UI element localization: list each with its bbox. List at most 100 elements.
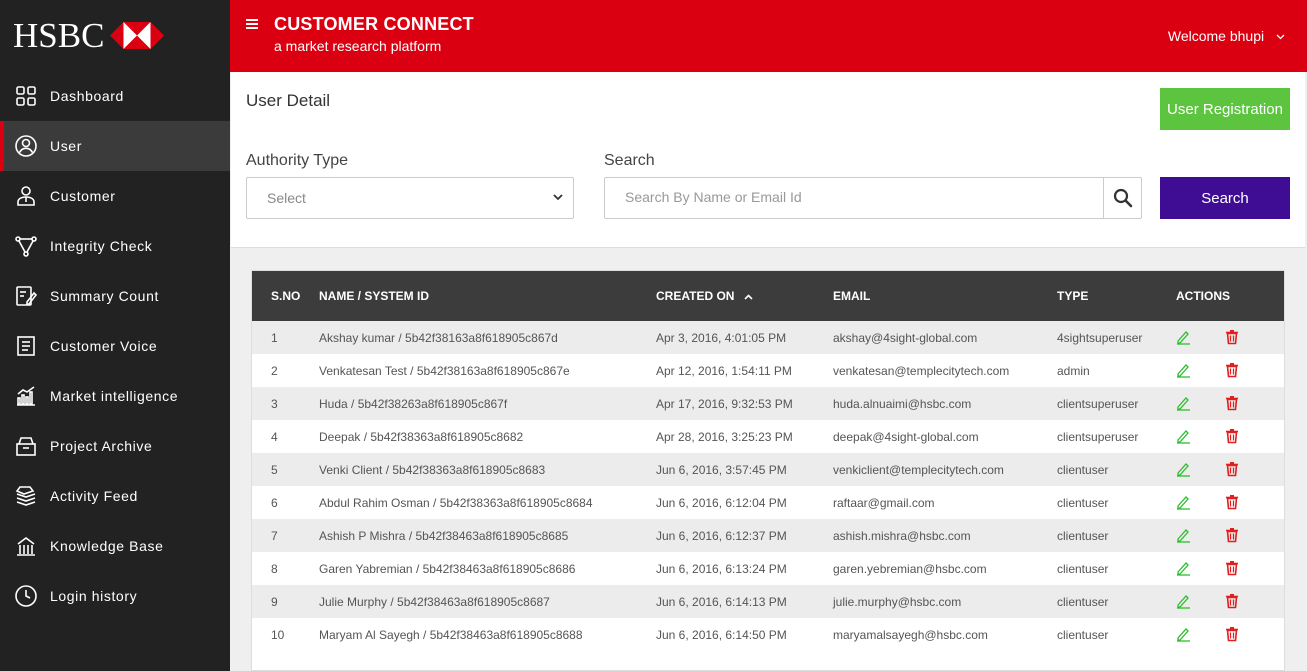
cell-type: clientsuperuser: [1057, 397, 1139, 411]
sidebar-item-label: Customer: [50, 188, 116, 204]
user-registration-button[interactable]: User Registration: [1160, 88, 1290, 130]
stack-icon: [14, 484, 38, 508]
edit-icon[interactable]: [1175, 560, 1191, 576]
welcome-text: Welcome bhupi: [1167, 28, 1265, 44]
top-header: CUSTOMER CONNECT a market research platf…: [230, 0, 1307, 72]
search-icon[interactable]: [1103, 178, 1141, 218]
cell-name: Maryam Al Sayegh / 5b42f38463a8f618905c8…: [319, 628, 583, 642]
sidebar-item-label: Integrity Check: [50, 238, 153, 254]
cell-email: huda.alnuaimi@hsbc.com: [833, 397, 972, 411]
search-label: Search: [604, 152, 655, 169]
edit-doc-icon: [14, 284, 38, 308]
authority-type-select[interactable]: Select: [246, 177, 574, 219]
cell-type: clientuser: [1057, 595, 1109, 609]
table-row: 2 Venkatesan Test / 5b42f38163a8f618905c8…: [252, 354, 1284, 387]
sidebar-item-label: User: [50, 138, 82, 154]
cell-type: clientuser: [1057, 529, 1109, 543]
cell-email: akshay@4sight-global.com: [833, 331, 978, 345]
edit-icon[interactable]: [1175, 428, 1191, 444]
sidebar-item-customer-voice[interactable]: Customer Voice: [0, 321, 230, 371]
search-field: [604, 177, 1142, 219]
edit-icon[interactable]: [1175, 626, 1191, 642]
app-subtitle: a market research platform: [274, 38, 442, 54]
cell-type: 4sightsuperuser: [1057, 331, 1143, 345]
sidebar-item-activity-feed[interactable]: Activity Feed: [0, 471, 230, 521]
cell-created-on: Jun 6, 2016, 3:57:45 PM: [656, 463, 787, 477]
cell-type: clientuser: [1057, 496, 1109, 510]
authority-type-label: Authority Type: [246, 152, 348, 169]
cell-sno: 9: [271, 595, 278, 609]
sidebar-item-login-history[interactable]: Login history: [0, 571, 230, 621]
cell-email: venkatesan@templecitytech.com: [833, 364, 1010, 378]
sidebar-item-knowledge-base[interactable]: Knowledge Base: [0, 521, 230, 571]
delete-icon[interactable]: [1224, 329, 1240, 345]
cell-name: Julie Murphy / 5b42f38463a8f618905c8687: [319, 595, 550, 609]
col-created-on[interactable]: CREATED ON: [656, 289, 753, 303]
delete-icon[interactable]: [1224, 362, 1240, 378]
delete-icon[interactable]: [1224, 626, 1240, 642]
cell-sno: 4: [271, 430, 278, 444]
edit-icon[interactable]: [1175, 494, 1191, 510]
building-icon: [14, 534, 38, 558]
sidebar-item-market-intelligence[interactable]: Market intelligence: [0, 371, 230, 421]
table-row: 7 Ashish P Mishra / 5b42f38463a8f618905c8…: [252, 519, 1284, 552]
page-title: User Detail: [246, 91, 331, 110]
bar-chart-icon: [14, 384, 38, 408]
table-row: 3 Huda / 5b42f38263a8f618905c867f Apr 17, …: [252, 387, 1284, 420]
user-menu[interactable]: Welcome bhupi: [1168, 28, 1285, 44]
edit-icon[interactable]: [1175, 461, 1191, 477]
cell-email: maryamalsayegh@hsbc.com: [833, 628, 988, 642]
cell-created-on: Apr 28, 2016, 3:25:23 PM: [656, 430, 793, 444]
grid-icon: [14, 84, 38, 108]
edit-icon[interactable]: [1175, 329, 1191, 345]
sidebar-item-integrity-check[interactable]: Integrity Check: [0, 221, 230, 271]
network-icon: [14, 234, 38, 258]
sidebar-item-user[interactable]: User: [0, 121, 230, 171]
sidebar-item-customer[interactable]: Customer: [0, 171, 230, 221]
edit-icon[interactable]: [1175, 593, 1191, 609]
sidebar-item-label: Summary Count: [50, 288, 159, 304]
cell-sno: 1: [271, 331, 278, 345]
hamburger-menu-icon[interactable]: [246, 16, 258, 34]
delete-icon[interactable]: [1224, 428, 1240, 444]
edit-icon[interactable]: [1175, 527, 1191, 543]
sidebar-item-summary-count[interactable]: Summary Count: [0, 271, 230, 321]
delete-icon[interactable]: [1224, 395, 1240, 411]
sidebar-item-project-archive[interactable]: Project Archive: [0, 421, 230, 471]
cell-sno: 5: [271, 463, 278, 477]
hsbc-logo[interactable]: HSBC: [0, 0, 230, 71]
table-row: 9 Julie Murphy / 5b42f38463a8f618905c8687…: [252, 585, 1284, 618]
cell-name: Abdul Rahim Osman / 5b42f38363a8f618905c…: [319, 496, 593, 510]
cell-created-on: Jun 6, 2016, 6:12:04 PM: [656, 496, 787, 510]
cell-type: clientuser: [1057, 562, 1109, 576]
delete-icon[interactable]: [1224, 593, 1240, 609]
cell-created-on: Apr 3, 2016, 4:01:05 PM: [656, 331, 787, 345]
sidebar-item-dashboard[interactable]: Dashboard: [0, 71, 230, 121]
edit-icon[interactable]: [1175, 395, 1191, 411]
cell-sno: 2: [271, 364, 278, 378]
delete-icon[interactable]: [1224, 494, 1240, 510]
cell-name: Deepak / 5b42f38363a8f618905c8682: [319, 430, 524, 444]
search-button[interactable]: Search: [1160, 177, 1290, 219]
delete-icon[interactable]: [1224, 461, 1240, 477]
table-row: 8 Garen Yabremian / 5b42f38463a8f618905c8…: [252, 552, 1284, 585]
cell-name: Venkatesan Test / 5b42f38163a8f618905c86…: [319, 364, 570, 378]
cell-name: Venki Client / 5b42f38363a8f618905c8683: [319, 463, 546, 477]
cell-email: raftaar@gmail.com: [833, 496, 935, 510]
table-row: 5 Venki Client / 5b42f38363a8f618905c8683…: [252, 453, 1284, 486]
users-table: S.NO NAME / SYSTEM ID CREATED ON EMAIL T…: [251, 270, 1285, 671]
delete-icon[interactable]: [1224, 560, 1240, 576]
user-detail-panel: User Detail User Registration Authority …: [231, 72, 1305, 248]
sidebar-item-label: Knowledge Base: [50, 538, 164, 554]
delete-icon[interactable]: [1224, 527, 1240, 543]
sort-ascending-icon: [744, 289, 753, 303]
hsbc-hexagon-icon: [110, 22, 165, 49]
edit-icon[interactable]: [1175, 362, 1191, 378]
col-actions: ACTIONS: [1176, 289, 1230, 303]
authority-type-value: Select: [267, 190, 306, 206]
cell-created-on: Jun 6, 2016, 6:12:37 PM: [656, 529, 787, 543]
search-input[interactable]: [625, 189, 1085, 205]
cell-name: Garen Yabremian / 5b42f38463a8f618905c86…: [319, 562, 576, 576]
cell-sno: 10: [271, 628, 285, 642]
archive-icon: [14, 434, 38, 458]
